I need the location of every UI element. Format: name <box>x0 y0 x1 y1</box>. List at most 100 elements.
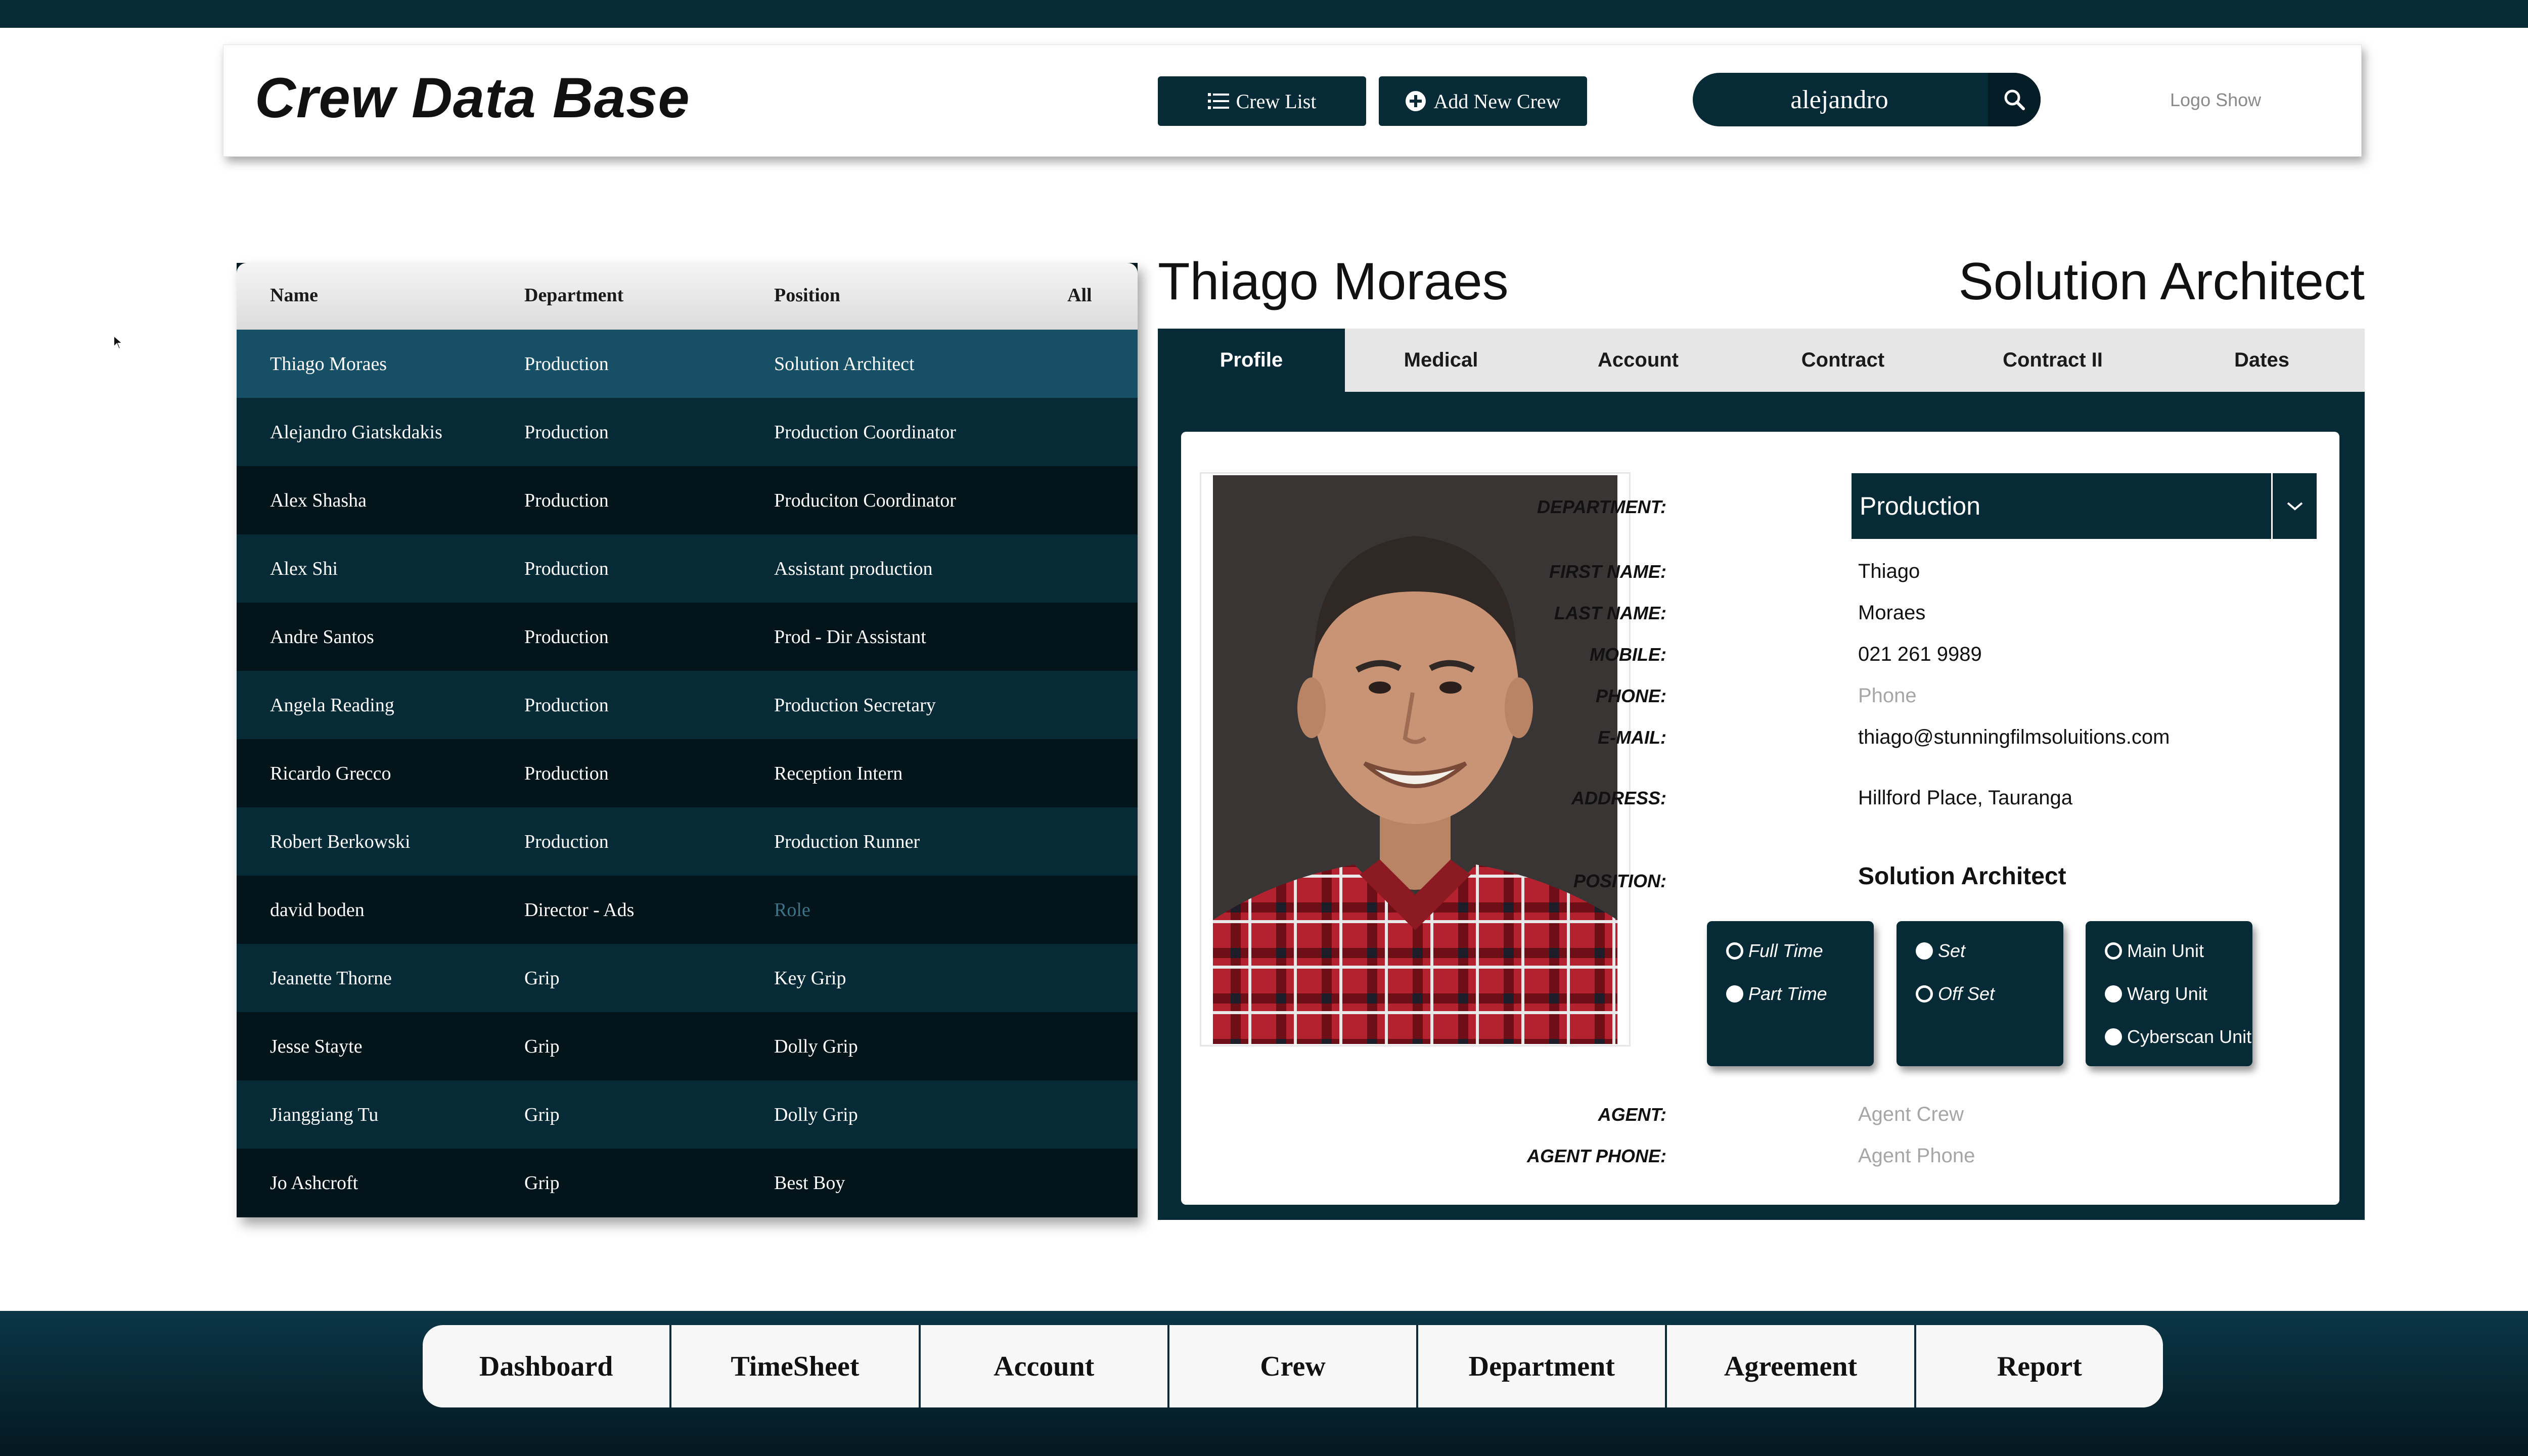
top-strip <box>0 0 2528 28</box>
row-name: Jesse Stayte <box>270 1036 363 1057</box>
table-row[interactable]: Angela Reading Production Production Sec… <box>237 671 1138 739</box>
option-main-unit[interactable]: Main Unit <box>2105 940 2204 962</box>
row-name: Alejandro Giatskdakis <box>270 422 442 443</box>
crew-list-button[interactable]: Crew List <box>1158 76 1366 126</box>
mouse-cursor-icon <box>113 335 124 350</box>
column-header-name[interactable]: Name <box>270 284 318 306</box>
column-header-department[interactable]: Department <box>524 284 623 306</box>
row-department: Production <box>524 490 609 511</box>
phone-field[interactable]: Phone <box>1858 685 1917 707</box>
first-name-label: FIRST NAME: <box>1549 561 1666 582</box>
mobile-label: MOBILE: <box>1590 644 1666 665</box>
last-name-field[interactable]: Moraes <box>1858 602 1925 624</box>
chevron-down-icon[interactable] <box>2271 473 2317 539</box>
position-label: POSITION: <box>1573 871 1666 891</box>
row-department: Director - Ads <box>524 899 635 921</box>
radio-icon <box>1726 942 1743 960</box>
row-department: Production <box>524 695 609 716</box>
table-row[interactable]: Jianggiang Tu Grip Dolly Grip <box>237 1080 1138 1149</box>
row-position: Role <box>774 899 810 921</box>
row-department: Grip <box>524 1104 560 1125</box>
table-row[interactable]: david boden Director - Ads Role <box>237 876 1138 944</box>
column-header-all[interactable]: All <box>1067 284 1092 306</box>
plus-circle-icon <box>1406 91 1426 111</box>
nav-dashboard[interactable]: Dashboard <box>423 1325 672 1407</box>
agent-phone-field[interactable]: Agent Phone <box>1858 1145 1975 1167</box>
radio-icon <box>1916 985 1933 1003</box>
email-field[interactable]: thiago@stunningfilmsoluitions.com <box>1858 726 2170 749</box>
row-department: Production <box>524 626 609 648</box>
tab-medical[interactable]: Medical <box>1345 329 1537 392</box>
agent-field[interactable]: Agent Crew <box>1858 1103 1964 1126</box>
nav-crew[interactable]: Crew <box>1169 1325 1419 1407</box>
row-department: Grip <box>524 1172 560 1194</box>
search-box[interactable]: alejandro <box>1693 73 2041 126</box>
list-icon <box>1207 93 1229 109</box>
row-position: Produciton Coordinator <box>774 490 956 511</box>
option-part-time[interactable]: Part Time <box>1726 983 1827 1005</box>
row-position: Production Runner <box>774 831 920 852</box>
row-name: Robert Berkowski <box>270 831 411 852</box>
department-value: Production <box>1860 492 1981 520</box>
tab-dates[interactable]: Dates <box>2159 329 2365 392</box>
option-label: Warg Unit <box>2127 983 2207 1004</box>
header-bar: Crew Data Base Crew List Add New Crew al… <box>223 44 2362 157</box>
row-name: Andre Santos <box>270 626 374 648</box>
search-button[interactable] <box>1988 73 2041 126</box>
position-value: Solution Architect <box>1858 863 2066 890</box>
option-label: Set <box>1938 940 1966 961</box>
row-name: Angela Reading <box>270 695 394 716</box>
row-name: Thiago Moraes <box>270 353 387 375</box>
option-off-set[interactable]: Off Set <box>1916 983 1995 1005</box>
option-label: Part Time <box>1748 983 1827 1004</box>
radio-icon <box>2105 1028 2122 1045</box>
option-cyberscan-unit[interactable]: Cyberscan Unit <box>2105 1026 2251 1048</box>
column-header-position[interactable]: Position <box>774 284 840 306</box>
table-row[interactable]: Jesse Stayte Grip Dolly Grip <box>237 1012 1138 1080</box>
app-title: Crew Data Base <box>255 66 690 129</box>
department-select[interactable]: Production <box>1852 473 2317 539</box>
table-row[interactable]: Thiago Moraes Production Solution Archit… <box>237 330 1138 398</box>
search-input[interactable]: alejandro <box>1693 73 1986 126</box>
option-label: Cyberscan Unit <box>2127 1026 2252 1047</box>
crew-table: Name Department Position All Thiago Mora… <box>237 263 1138 1217</box>
detail-tabs: Profile Medical Account Contract Contrac… <box>1158 329 2365 392</box>
email-label: E-MAIL: <box>1598 727 1666 748</box>
mobile-field[interactable]: 021 261 9989 <box>1858 643 1982 666</box>
radio-icon <box>2105 942 2122 960</box>
table-row[interactable]: Andre Santos Production Prod - Dir Assis… <box>237 603 1138 671</box>
nav-agreement[interactable]: Agreement <box>1667 1325 1916 1407</box>
table-row[interactable]: Jeanette Thorne Grip Key Grip <box>237 944 1138 1012</box>
location-type-group: Set Off Set <box>1897 921 2063 1066</box>
option-label: Full Time <box>1748 940 1823 961</box>
tab-profile[interactable]: Profile <box>1158 329 1345 392</box>
row-position: Prod - Dir Assistant <box>774 626 926 648</box>
table-row[interactable]: Jo Ashcroft Grip Best Boy <box>237 1149 1138 1217</box>
table-row[interactable]: Ricardo Grecco Production Reception Inte… <box>237 739 1138 807</box>
tab-account[interactable]: Account <box>1537 329 1739 392</box>
nav-account[interactable]: Account <box>921 1325 1169 1407</box>
tab-contract[interactable]: Contract <box>1739 329 1947 392</box>
profile-photo[interactable] <box>1213 475 1617 1044</box>
row-department: Production <box>524 558 609 579</box>
add-new-crew-button[interactable]: Add New Crew <box>1379 76 1587 126</box>
option-warg-unit[interactable]: Warg Unit <box>2105 983 2207 1005</box>
table-row[interactable]: Alejandro Giatskdakis Production Product… <box>237 398 1138 466</box>
row-department: Production <box>524 422 609 443</box>
row-name: Alex Shi <box>270 558 338 579</box>
table-row[interactable]: Robert Berkowski Production Production R… <box>237 807 1138 876</box>
employment-type-group: Full Time Part Time <box>1707 921 1874 1066</box>
nav-timesheet[interactable]: TimeSheet <box>671 1325 921 1407</box>
crew-member-role: Solution Architect <box>1958 252 2365 311</box>
option-set[interactable]: Set <box>1916 940 1965 962</box>
nav-report[interactable]: Report <box>1916 1325 2163 1407</box>
table-row[interactable]: Alex Shi Production Assistant production <box>237 534 1138 603</box>
nav-department[interactable]: Department <box>1418 1325 1667 1407</box>
row-position: Best Boy <box>774 1172 845 1194</box>
option-full-time[interactable]: Full Time <box>1726 940 1823 962</box>
address-field[interactable]: Hillford Place, Tauranga <box>1858 787 2072 809</box>
table-row[interactable]: Alex Shasha Production Produciton Coordi… <box>237 466 1138 534</box>
first-name-field[interactable]: Thiago <box>1858 560 1920 583</box>
radio-icon <box>2105 985 2122 1003</box>
tab-contract-ii[interactable]: Contract II <box>1947 329 2159 392</box>
